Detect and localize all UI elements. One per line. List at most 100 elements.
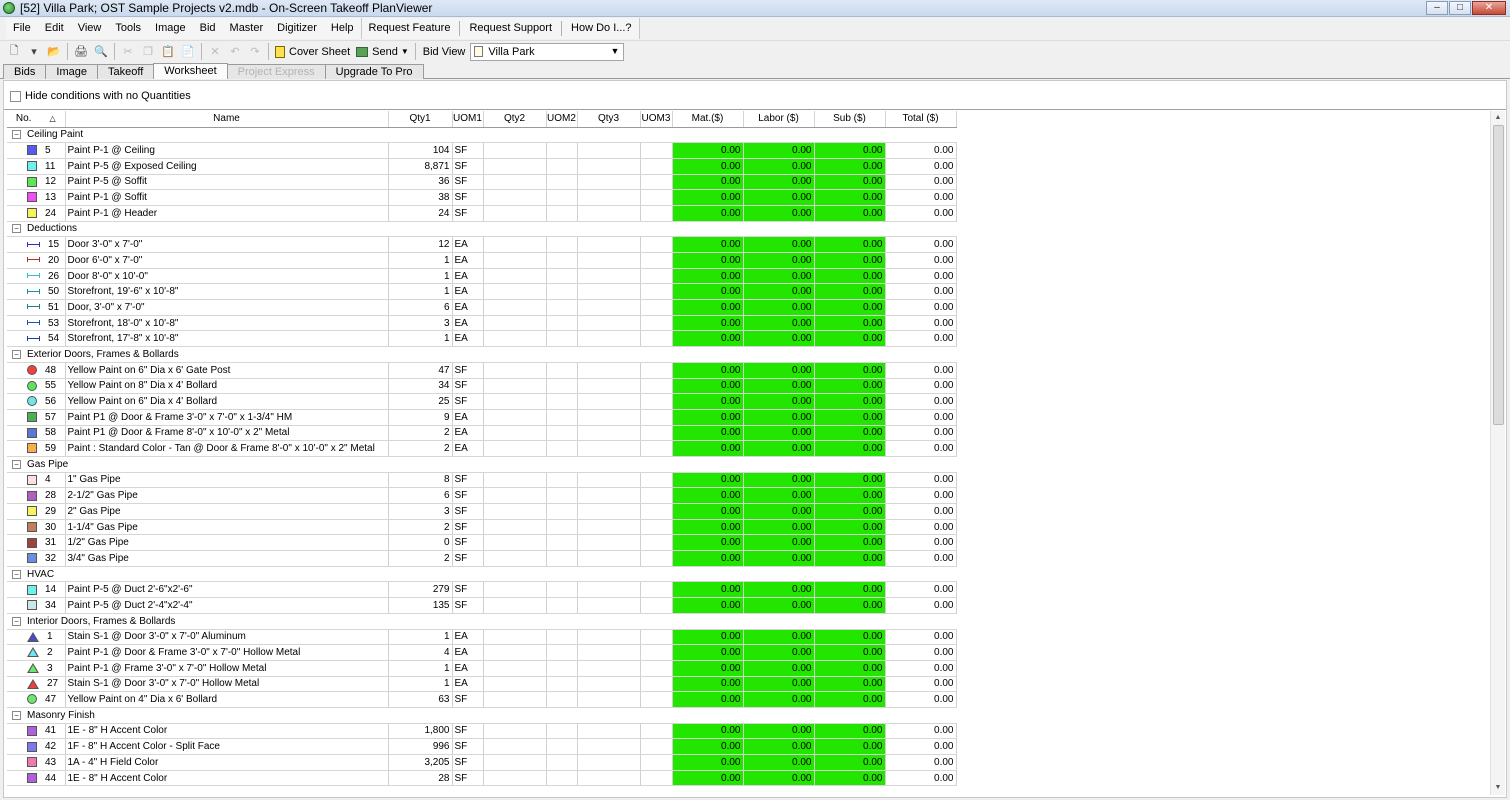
uom2-cell[interactable] [546, 378, 578, 395]
uom2-cell[interactable] [546, 362, 578, 379]
mat-cell[interactable]: 0.00 [672, 158, 744, 175]
collapse-icon[interactable]: − [12, 710, 21, 720]
row-number-cell[interactable]: 5 [7, 142, 66, 159]
qty3-cell[interactable] [577, 581, 641, 599]
qty1-cell[interactable]: 1 [388, 330, 453, 348]
qty2-cell[interactable] [483, 158, 547, 175]
mat-cell[interactable]: 0.00 [672, 691, 744, 708]
tab-takeoff[interactable]: Takeoff [96, 64, 155, 79]
qty2-cell[interactable] [483, 268, 547, 285]
dropdown-arrow-icon[interactable]: ▾ [25, 43, 43, 61]
qty1-cell[interactable]: 3,205 [388, 754, 453, 771]
tab-bids[interactable]: Bids [3, 64, 47, 79]
qty2-cell[interactable] [483, 723, 547, 740]
uom3-cell[interactable] [640, 534, 673, 552]
table-row[interactable]: 20 Door 6'-0" x 7'-0" 1 EA 0.00 0.00 0.00 0.00 [7, 252, 957, 269]
table-row[interactable]: 32 3/4" Gas Pipe 2 SF 0.00 0.00 0.00 0.00 [7, 550, 957, 567]
table-row[interactable]: 51 Door, 3'-0" x 7'-0" 6 EA 0.00 0.00 0.00 0.00 [7, 299, 957, 316]
uom2-cell[interactable] [546, 597, 578, 614]
qty3-cell[interactable] [577, 252, 641, 269]
qty1-cell[interactable]: 1 [388, 660, 453, 677]
labor-cell[interactable]: 0.00 [743, 174, 815, 191]
name-cell[interactable]: Paint P-5 @ Duct 2'-6"x2'-6" [65, 581, 389, 599]
table-row[interactable]: 31 1/2" Gas Pipe 0 SF 0.00 0.00 0.00 0.00 [7, 534, 957, 552]
uom2-cell[interactable] [546, 330, 578, 348]
labor-cell[interactable]: 0.00 [743, 440, 815, 457]
uom1-cell[interactable]: SF [452, 205, 484, 222]
uom3-cell[interactable] [640, 644, 673, 661]
sub-cell[interactable]: 0.00 [814, 472, 886, 489]
row-number-cell[interactable]: 55 [7, 378, 66, 395]
mat-cell[interactable]: 0.00 [672, 378, 744, 395]
mat-cell[interactable]: 0.00 [672, 629, 744, 646]
name-cell[interactable]: Yellow Paint on 6" Dia x 4' Bollard [65, 393, 389, 410]
labor-cell[interactable]: 0.00 [743, 534, 815, 552]
uom2-cell[interactable] [546, 393, 578, 410]
qty3-cell[interactable] [577, 315, 641, 332]
labor-cell[interactable]: 0.00 [743, 268, 815, 285]
group-row-exterior-doors-frames-bollards[interactable]: − Exterior Doors, Frames & Bollards [7, 346, 956, 363]
table-row[interactable]: 58 Paint P1 @ Door & Frame 8'-0" x 10'-0"… [7, 425, 957, 442]
qty1-cell[interactable]: 1 [388, 676, 453, 693]
tab-worksheet[interactable]: Worksheet [153, 63, 228, 79]
qty2-cell[interactable] [483, 205, 547, 222]
qty3-cell[interactable] [577, 754, 641, 771]
group-row-gas-pipe[interactable]: − Gas Pipe [7, 456, 956, 473]
qty3-cell[interactable] [577, 550, 641, 567]
qty2-cell[interactable] [483, 691, 547, 708]
uom1-cell[interactable]: SF [452, 189, 484, 206]
uom3-cell[interactable] [640, 205, 673, 222]
mat-cell[interactable]: 0.00 [672, 723, 744, 740]
mat-cell[interactable]: 0.00 [672, 597, 744, 614]
labor-cell[interactable]: 0.00 [743, 315, 815, 332]
open-folder-icon[interactable]: 📂 [45, 43, 63, 61]
uom3-cell[interactable] [640, 581, 673, 599]
table-row[interactable]: 41 1E - 8" H Accent Color 1,800 SF 0.00 0.00 0… [7, 723, 957, 740]
mat-cell[interactable]: 0.00 [672, 550, 744, 567]
qty3-cell[interactable] [577, 236, 641, 253]
table-row[interactable]: 50 Storefront, 19'-6" x 10'-8" 1 EA 0.00 0.00… [7, 283, 957, 301]
uom2-cell[interactable] [546, 472, 578, 489]
tab-upgrade-to-pro[interactable]: Upgrade To Pro [324, 64, 424, 79]
qty3-cell[interactable] [577, 205, 641, 222]
sub-cell[interactable]: 0.00 [814, 299, 886, 316]
sub-cell[interactable]: 0.00 [814, 770, 886, 787]
table-row[interactable]: 14 Paint P-5 @ Duct 2'-6"x2'-6" 279 SF 0.00 0… [7, 581, 957, 599]
table-row[interactable]: 43 1A - 4" H Field Color 3,205 SF 0.00 0.00 0.… [7, 754, 957, 771]
labor-cell[interactable]: 0.00 [743, 393, 815, 410]
mat-cell[interactable]: 0.00 [672, 315, 744, 332]
sub-cell[interactable]: 0.00 [814, 503, 886, 520]
uom3-cell[interactable] [640, 550, 673, 567]
uom1-cell[interactable]: EA [452, 268, 484, 285]
qty1-cell[interactable]: 0 [388, 534, 453, 552]
column-header-uom1[interactable]: UOM1 [452, 111, 484, 128]
qty2-cell[interactable] [483, 503, 547, 520]
menu-view[interactable]: View [71, 18, 109, 39]
row-number-cell[interactable]: 57 [7, 409, 66, 426]
uom3-cell[interactable] [640, 189, 673, 206]
column-header-total[interactable]: Total ($) [885, 111, 957, 128]
qty2-cell[interactable] [483, 236, 547, 253]
qty3-cell[interactable] [577, 503, 641, 520]
minimize-button[interactable]: – [1426, 1, 1448, 15]
qty2-cell[interactable] [483, 409, 547, 426]
qty2-cell[interactable] [483, 142, 547, 159]
uom3-cell[interactable] [640, 660, 673, 677]
uom2-cell[interactable] [546, 534, 578, 552]
mat-cell[interactable]: 0.00 [672, 487, 744, 504]
table-row[interactable]: 59 Paint : Standard Color - Tan @ Door & … [7, 440, 957, 457]
qty3-cell[interactable] [577, 283, 641, 301]
row-number-cell[interactable]: 58 [7, 425, 66, 442]
group-header[interactable]: − Ceiling Paint [7, 127, 956, 144]
group-row-interior-doors-frames-bollards[interactable]: − Interior Doors, Frames & Bollards [7, 613, 956, 630]
labor-cell[interactable]: 0.00 [743, 142, 815, 159]
uom1-cell[interactable]: SF [452, 534, 484, 552]
qty1-cell[interactable]: 2 [388, 425, 453, 442]
labor-cell[interactable]: 0.00 [743, 299, 815, 316]
uom3-cell[interactable] [640, 691, 673, 708]
qty2-cell[interactable] [483, 487, 547, 504]
labor-cell[interactable]: 0.00 [743, 330, 815, 348]
uom3-cell[interactable] [640, 330, 673, 348]
uom3-cell[interactable] [640, 268, 673, 285]
uom1-cell[interactable]: SF [452, 519, 484, 536]
